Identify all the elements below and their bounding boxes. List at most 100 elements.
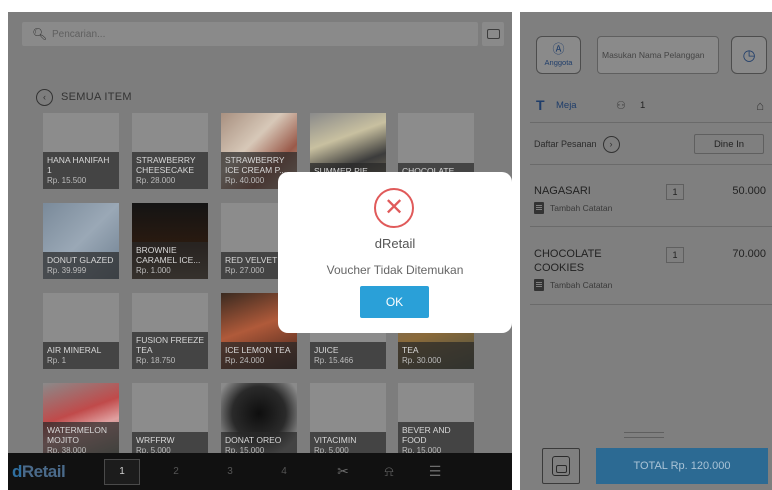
product-card[interactable]: BEVER AND FOOD Rp. 15.000 <box>398 383 474 459</box>
product-card[interactable]: FUSION FREEZE TEA Rp. 18.750 <box>132 293 208 369</box>
total-pay-button[interactable]: TOTAL Rp. 120.000 <box>596 448 768 484</box>
product-label: ICE LEMON TEA Rp. 24.000 <box>221 342 297 369</box>
add-note-link[interactable]: Tambah Catatan <box>534 202 766 214</box>
save-order-button[interactable] <box>542 448 580 484</box>
member-icon: Ⓐ <box>552 42 565 56</box>
voucher-icon[interactable]: ✂ <box>320 463 366 480</box>
clock-icon: ◷ <box>742 47 756 64</box>
dialog-message: Voucher Tidak Ditemukan <box>326 263 464 277</box>
page-button-1[interactable]: 1 <box>104 458 140 485</box>
category-label: SEMUA ITEM <box>61 91 132 103</box>
product-price: Rp. 39.999 <box>47 266 87 275</box>
note-icon <box>534 202 544 214</box>
member-button[interactable]: Ⓐ Anggota <box>536 36 581 74</box>
guest-count[interactable]: 1 <box>640 100 740 111</box>
dine-in-button[interactable]: Dine In <box>694 134 764 154</box>
product-label: JUICE Rp. 15.466 <box>310 342 386 369</box>
product-name: BROWNIE CARAMEL ICE... <box>136 245 201 265</box>
product-price: Rp. 18.750 <box>136 356 176 365</box>
brand-logo: dRetail <box>12 461 66 481</box>
product-label: HANA HANIFAH 1 Rp. 15.500 <box>43 152 119 189</box>
order-item-amount: 50.000 <box>732 185 766 197</box>
product-card[interactable]: DONAT OREO Rp. 15.000 <box>221 383 297 459</box>
alert-dialog: ✕ dRetail Voucher Tidak Ditemukan OK <box>278 172 512 333</box>
product-name: WATERMELON MOJITO <box>47 425 107 445</box>
product-name: STRAWBERRY CHEESECAKE <box>136 155 196 175</box>
page-button-2[interactable]: 2 <box>158 459 194 485</box>
product-label: STRAWBERRY CHEESECAKE Rp. 28.000 <box>132 152 208 189</box>
product-price: Rp. 15.500 <box>47 176 87 185</box>
ok-button[interactable]: OK <box>360 286 429 318</box>
error-x-icon: ✕ <box>374 188 414 228</box>
page-button-3[interactable]: 3 <box>212 459 248 485</box>
table-label[interactable]: Meja <box>556 100 616 111</box>
product-card[interactable]: BROWNIE CARAMEL ICE... Rp. 1.000 <box>132 203 208 279</box>
product-label: AIR MINERAL Rp. 1 <box>43 342 119 369</box>
note-icon <box>534 279 544 291</box>
order-item[interactable]: NAGASARI 1 50.000 Tambah Catatan <box>534 184 766 214</box>
product-name: TEA <box>402 345 419 355</box>
guests-icon: ⚇ <box>616 99 626 112</box>
order-item[interactable]: CHOCOLATE COOKIES 1 70.000 Tambah Catata… <box>534 247 766 291</box>
bottom-bar: dRetail 1 2 3 4 ✂ ⍾ ☰ <box>8 453 512 490</box>
product-card[interactable]: STRAWBERRY CHEESECAKE Rp. 28.000 <box>132 113 208 189</box>
product-card[interactable]: HANA HANIFAH 1 Rp. 15.500 <box>43 113 119 189</box>
order-panel: Ⓐ Anggota ◷ T Meja ⚇ 1 ⌂ Daftar Pesanan … <box>520 12 772 490</box>
product-card[interactable]: WATERMELON MOJITO Rp. 38.000 <box>43 383 119 459</box>
product-name: ICE LEMON TEA <box>225 345 291 355</box>
order-item-qty[interactable]: 1 <box>666 247 684 263</box>
product-price: Rp. 1.000 <box>136 266 171 275</box>
search-icon: 🔍︎ <box>32 27 48 41</box>
divider <box>530 226 772 227</box>
product-label: BROWNIE CARAMEL ICE... Rp. 1.000 <box>132 242 208 279</box>
divider <box>530 122 772 123</box>
product-name: AIR MINERAL <box>47 345 102 355</box>
bell-icon[interactable]: ⍾ <box>366 463 412 480</box>
divider <box>530 304 772 305</box>
product-label: DONUT GLAZED Rp. 39.999 <box>43 252 119 279</box>
chevron-left-icon: ‹ <box>36 88 53 106</box>
order-list-header: Daftar Pesanan › Dine In <box>534 133 764 155</box>
divider <box>530 164 772 165</box>
search-bar: 🔍︎ <box>22 22 478 46</box>
product-label: FUSION FREEZE TEA Rp. 18.750 <box>132 332 208 369</box>
table-icon: T <box>536 97 545 113</box>
search-input[interactable] <box>52 25 452 43</box>
add-note-link[interactable]: Tambah Catatan <box>534 279 766 291</box>
order-item-name: NAGASARI <box>534 185 591 197</box>
page-button-4[interactable]: 4 <box>266 459 302 485</box>
basket-icon[interactable]: ⌂ <box>756 98 764 113</box>
product-name: DONUT GLAZED <box>47 255 114 265</box>
chevron-right-icon[interactable]: › <box>602 135 620 153</box>
product-name: FUSION FREEZE TEA <box>136 335 205 355</box>
product-card[interactable]: AIR MINERAL Rp. 1 <box>43 293 119 369</box>
product-name: BEVER AND FOOD <box>402 425 451 445</box>
product-price: Rp. 30.000 <box>402 356 442 365</box>
product-price: Rp. 24.000 <box>225 356 265 365</box>
category-back[interactable]: ‹ SEMUA ITEM <box>36 88 132 106</box>
drag-handle[interactable] <box>624 432 664 438</box>
product-label: TEA Rp. 30.000 <box>398 342 474 369</box>
product-name: DONAT OREO <box>225 435 282 445</box>
dialog-title: dRetail <box>374 236 416 251</box>
product-card[interactable]: VITACIMIN Rp. 5.000 <box>310 383 386 459</box>
scan-icon <box>486 29 500 39</box>
product-name: JUICE <box>314 345 339 355</box>
product-card[interactable]: WRFFRW Rp. 5.000 <box>132 383 208 459</box>
customer-name-input[interactable] <box>597 36 719 74</box>
product-price: Rp. 28.000 <box>136 176 176 185</box>
product-price: Rp. 1 <box>47 356 67 365</box>
order-item-qty[interactable]: 1 <box>666 184 684 200</box>
barcode-scan-button[interactable] <box>482 22 504 46</box>
save-icon <box>552 456 570 476</box>
order-list-label: Daftar Pesanan <box>534 139 597 149</box>
product-name: VITACIMIN <box>314 435 357 445</box>
history-button[interactable]: ◷ <box>731 36 767 74</box>
order-item-name: CHOCOLATE COOKIES <box>534 248 602 274</box>
product-card[interactable]: DONUT GLAZED Rp. 39.999 <box>43 203 119 279</box>
product-name: HANA HANIFAH 1 <box>47 155 110 175</box>
product-name: WRFFRW <box>136 435 175 445</box>
menu-list-icon[interactable]: ☰ <box>412 463 458 480</box>
table-row: T Meja ⚇ 1 ⌂ <box>536 96 764 114</box>
order-item-amount: 70.000 <box>732 248 766 260</box>
